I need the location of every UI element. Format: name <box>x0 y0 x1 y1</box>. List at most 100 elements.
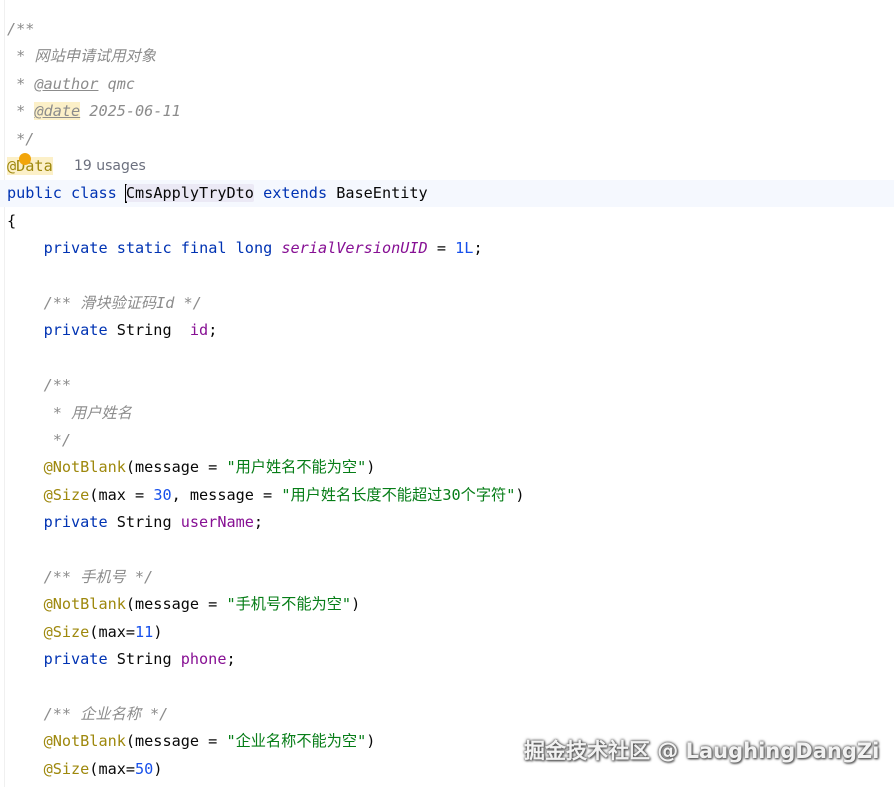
code-line[interactable]: * 用户姓名 <box>0 400 894 427</box>
code-token: String <box>107 513 181 532</box>
code-editor[interactable]: /** * 网站申请试用对象 * @author qmc * @date 202… <box>0 0 894 787</box>
code-token: ) <box>366 458 376 477</box>
code-token: * <box>7 74 35 93</box>
code-token: /** 企业名称 */ <box>7 705 169 723</box>
code-token: "手机号不能为空" <box>226 595 352 614</box>
code-line[interactable]: private String phone; <box>0 646 894 673</box>
code-token: private <box>43 321 108 340</box>
code-token: /** 滑块验证码Id */ <box>7 294 202 312</box>
code-token: @NotBlank <box>43 458 126 477</box>
code-token: 30 <box>153 485 172 504</box>
code-token: = <box>427 239 456 258</box>
code-line[interactable]: @NotBlank(message = "手机号不能为空") <box>0 591 894 618</box>
code-line[interactable]: @Size(max=11) <box>0 619 894 646</box>
code-token: final <box>180 239 227 258</box>
code-token: class <box>71 184 117 203</box>
code-token: , message = <box>171 485 282 504</box>
code-line[interactable]: /** 企业名称 */ <box>0 701 894 728</box>
code-line[interactable]: @NotBlank(message = "用户姓名不能为空") <box>0 454 894 481</box>
code-line[interactable]: * @author qmc <box>0 71 894 98</box>
code-token: @date <box>34 102 81 121</box>
code-line[interactable]: */ <box>0 126 894 153</box>
code-token: phone <box>180 650 227 669</box>
code-token: 50 <box>135 759 154 778</box>
code-line[interactable]: /** <box>0 16 894 43</box>
code-token: @author <box>34 74 99 93</box>
code-token: /** <box>7 376 72 395</box>
code-token: 11 <box>135 622 154 641</box>
code-token: (message = <box>125 595 227 614</box>
code-line[interactable]: /** 手机号 */ <box>0 564 894 591</box>
code-token: */ <box>7 431 72 449</box>
code-token: private <box>43 239 108 258</box>
code-line[interactable]: @Data 19 usages <box>0 153 894 180</box>
code-token: BaseEntity <box>327 184 428 203</box>
code-line[interactable]: { <box>0 208 894 235</box>
code-token: @NotBlank <box>43 732 126 751</box>
code-token: "用户姓名不能为空" <box>226 458 367 477</box>
code-token: String <box>107 321 190 340</box>
intention-bulb-icon[interactable] <box>19 153 31 165</box>
code-token: (max= <box>89 622 136 641</box>
code-token: * <box>7 102 35 121</box>
code-line[interactable] <box>0 674 894 701</box>
code-token: userName <box>180 513 254 532</box>
code-token: id <box>189 321 209 340</box>
watermark: 掘金技术社区 @ LaughingDangZi <box>524 739 880 763</box>
code-line[interactable] <box>0 537 894 564</box>
code-line[interactable]: /** 滑块验证码Id */ <box>0 290 894 317</box>
code-line[interactable]: */ <box>0 427 894 454</box>
code-token: { <box>7 211 17 230</box>
code-token: ; <box>473 239 483 258</box>
code-line[interactable]: * @date 2025-06-11 <box>0 98 894 125</box>
code-token: static <box>116 239 172 258</box>
code-token: 2025-06-11 <box>80 102 181 121</box>
code-token: @Size <box>43 622 90 641</box>
code-token: /** <box>7 20 35 38</box>
code-token: /** 手机号 */ <box>7 568 154 586</box>
code-token: (max= <box>89 759 136 778</box>
code-token: qmc <box>98 74 136 93</box>
code-line[interactable]: private static final long serialVersionU… <box>0 235 894 262</box>
code-token: (message = <box>125 458 227 477</box>
code-token: ; <box>253 513 264 532</box>
code-token: * 用户姓名 <box>7 403 132 422</box>
code-token: * 网站申请试用对象 <box>7 47 156 66</box>
code-token: ; <box>226 650 236 669</box>
usages-inlay-hint[interactable]: 19 usages <box>74 153 146 180</box>
code-line[interactable]: private String userName; <box>0 509 894 536</box>
code-token: (max = <box>89 485 154 504</box>
code-token: String <box>107 650 181 669</box>
code-token: ; <box>208 321 218 340</box>
code-token: public <box>7 184 62 203</box>
code-token: ) <box>515 485 525 504</box>
code-line[interactable] <box>0 345 894 372</box>
code-token: @NotBlank <box>43 595 126 614</box>
code-line[interactable] <box>0 263 894 290</box>
code-token: "企业名称不能为空" <box>226 732 367 751</box>
code-line[interactable]: public class CmsApplyTryDto extends Base… <box>0 180 894 208</box>
code-token: extends <box>263 184 328 203</box>
code-line[interactable]: /** <box>0 372 894 399</box>
code-line[interactable]: private String id; <box>0 317 894 344</box>
code-token: private <box>43 650 108 669</box>
code-token: @Size <box>43 485 90 504</box>
code-line[interactable]: @Size(max = 30, message = "用户姓名长度不能超过30个… <box>0 482 894 509</box>
code-token: long <box>235 239 273 258</box>
code-line[interactable]: * 网站申请试用对象 <box>0 43 894 70</box>
code-token: ) <box>366 732 376 751</box>
code-token: ) <box>153 759 163 778</box>
